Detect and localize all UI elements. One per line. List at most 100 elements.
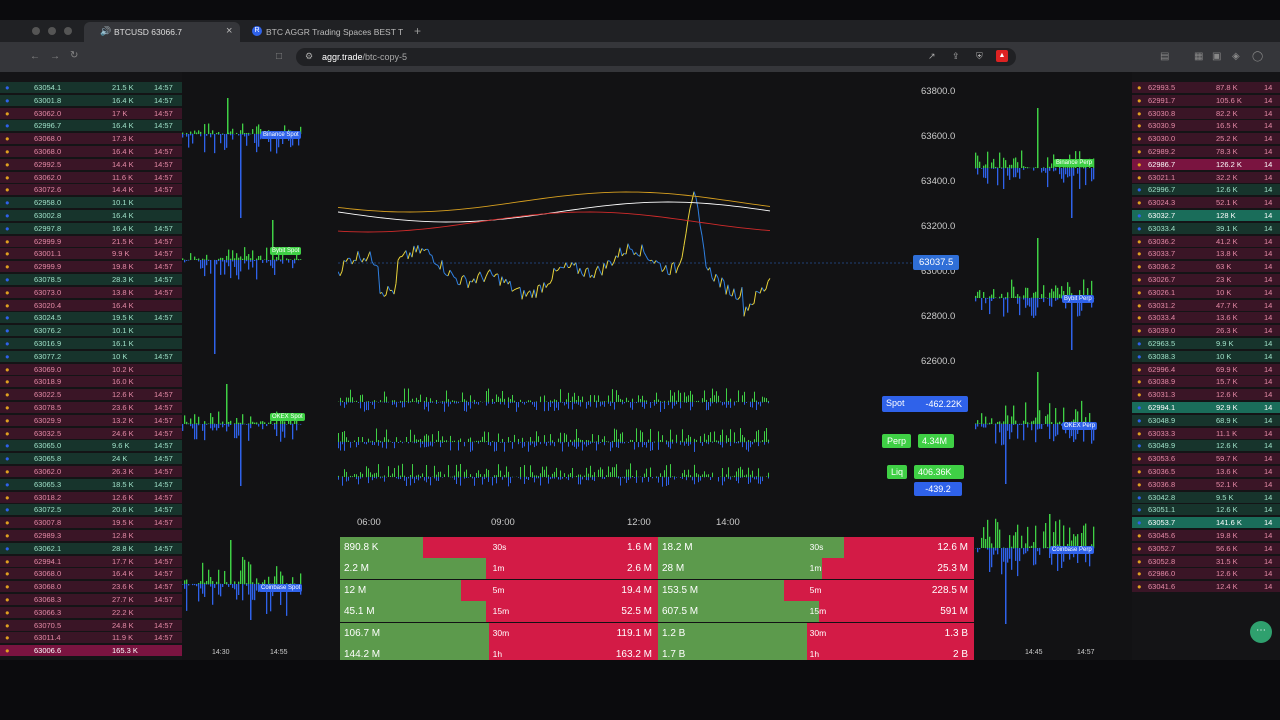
trade-time: 14	[1264, 108, 1273, 118]
sell-volume: 1.3 B	[944, 627, 968, 639]
trade-row: ● 63036.2 41.2 K 14	[1132, 235, 1280, 247]
trade-row: ● 63078.5 28.3 K 14:57	[0, 274, 182, 285]
share-icon[interactable]: ⇪	[952, 51, 960, 62]
interval-label: 30s	[809, 542, 824, 552]
trade-price: 63030.0	[1148, 134, 1176, 144]
vpn-icon[interactable]: ◈	[1232, 51, 1240, 62]
trade-size: 26.3 K	[1216, 326, 1238, 336]
trade-row: ● 63011.4 11.9 K 14:57	[0, 632, 182, 644]
trade-size: 31.5 K	[1216, 556, 1238, 566]
exchange-icon: ●	[5, 595, 10, 604]
trade-size: 9.9 K	[112, 249, 130, 259]
bookmark-icon[interactable]: □	[276, 51, 282, 62]
trade-size: 12.6 K	[1216, 390, 1238, 400]
trade-price: 63006.6	[34, 646, 62, 656]
window-maximize-dot[interactable]	[64, 27, 72, 35]
trade-time: 14:57	[154, 543, 173, 553]
trade-size: 23.6 K	[112, 582, 134, 592]
trade-time: 14	[1264, 428, 1273, 438]
tab-close-icon[interactable]: ×	[226, 25, 232, 37]
window-close-dot[interactable]	[32, 27, 40, 35]
trade-price: 62986.7	[1148, 159, 1176, 169]
perp-volume-panes[interactable]: 14:45 14:57	[975, 72, 1131, 660]
shield-icon[interactable]: ⛨	[976, 51, 983, 62]
pane-label-coinbase-spot: Coinbase Spot	[259, 584, 303, 592]
trade-price: 62996.7	[1148, 185, 1176, 195]
forward-icon[interactable]: →	[50, 51, 60, 62]
trade-size: 19.8 K	[112, 262, 134, 272]
extensions-icon[interactable]: ▦	[1194, 51, 1203, 62]
exchange-icon: ●	[1137, 556, 1142, 566]
trade-size: 16.4 K	[112, 569, 134, 579]
window-minimize-dot[interactable]	[48, 27, 56, 35]
trade-time: 14	[1264, 492, 1273, 502]
wallet-icon[interactable]: ▣	[1212, 51, 1221, 62]
trade-time: 14:57	[154, 275, 173, 284]
trade-row: ● 63072.5 20.6 K 14:57	[0, 504, 182, 516]
exchange-icon: ●	[5, 415, 10, 425]
trade-price: 62986.0	[1148, 569, 1176, 579]
trade-time: 14:57	[154, 262, 173, 272]
exchange-icon: ●	[5, 364, 10, 374]
trade-price: 63030.8	[1148, 108, 1176, 118]
trade-time: 14	[1264, 441, 1273, 451]
chat-fab-icon[interactable]: ⋯	[1250, 621, 1272, 643]
trades-list-left[interactable]: ● 63054.1 21.5 K 14:57 ● 63001.8 16.4 K 14:57 ● 6…	[0, 72, 182, 660]
trade-time: 14:57	[154, 147, 173, 156]
trade-time: 14	[1264, 275, 1273, 284]
profile-icon[interactable]: ◯	[1252, 51, 1263, 62]
exchange-icon: ●	[5, 479, 10, 489]
trade-size: 126.2 K	[1216, 159, 1242, 169]
spot-volume-panes[interactable]: 14:30 14:55	[182, 72, 340, 660]
trade-size: 19.5 K	[112, 518, 134, 528]
trade-price: 63045.6	[1148, 531, 1176, 540]
trade-size: 41.2 K	[1216, 236, 1238, 246]
trade-row: ● 63036.2 63 K 14	[1132, 261, 1280, 273]
exchange-icon: ●	[5, 172, 10, 182]
perp-volume-stats[interactable]: 18.2 M 30s 12.6 M 28 M 1m 25.3 M 153.5 M 5m 228.…	[658, 537, 974, 660]
trade-time: 14	[1264, 531, 1273, 540]
price-tick: 63200.0	[921, 221, 955, 232]
trade-price: 63062.0	[34, 108, 62, 118]
main-price-chart[interactable]: 63800.063600.063400.063200.063000.062800…	[338, 72, 974, 537]
address-bar[interactable]: ⚙ aggr.trade/btc-copy-5 ↗ ⇪ ⛨ ▲	[296, 48, 1016, 66]
interval-label: 1m	[492, 563, 505, 574]
exchange-icon: ●	[5, 223, 10, 233]
trade-size: 32.2 K	[1216, 172, 1238, 182]
trade-size: 12.6 K	[1216, 441, 1238, 451]
tab-btc-aggr[interactable]: R BTC AGGR Trading Spaces BEST T	[244, 22, 408, 42]
trade-price: 62994.1	[34, 556, 62, 566]
trade-price: 62993.5	[1148, 83, 1176, 92]
exchange-icon: ●	[5, 198, 10, 208]
new-tab-icon[interactable]: +	[414, 24, 421, 38]
trade-row: ● 62996.4 69.9 K 14	[1132, 363, 1280, 375]
trade-row: ● 62997.8 16.4 K 14:57	[0, 222, 182, 234]
trade-size: 78.3 K	[1216, 147, 1238, 156]
aggr-workspace: ● 63054.1 21.5 K 14:57 ● 63001.8 16.4 K 14:57 ● 6…	[0, 72, 1280, 660]
trade-size: 52.1 K	[1216, 479, 1238, 489]
site-settings-icon[interactable]: ⚙	[305, 51, 313, 62]
trade-price: 63078.5	[34, 275, 62, 284]
trade-price: 63062.0	[34, 467, 62, 476]
trade-size: 18.5 K	[112, 479, 134, 489]
trade-time: 14	[1264, 479, 1273, 489]
tab-btcusd[interactable]: 🔊 BTCUSD 63066.7 ×	[84, 22, 240, 42]
time-tick: 14:00	[716, 517, 740, 528]
sidebar-icon[interactable]: ▤	[1160, 51, 1169, 62]
trade-size: 16.4 K	[112, 95, 134, 105]
rewards-icon[interactable]: ▲	[996, 50, 1008, 62]
tab-label: BTC AGGR Trading Spaces BEST T	[266, 27, 404, 37]
exchange-icon: ●	[5, 134, 10, 144]
exchange-icon: ●	[5, 236, 10, 246]
open-external-icon[interactable]: ↗	[928, 51, 936, 62]
reload-icon[interactable]: ↻	[70, 50, 78, 61]
trade-time: 14:57	[154, 390, 173, 400]
trade-size: 27.7 K	[112, 595, 134, 604]
back-icon[interactable]: ←	[30, 51, 40, 62]
exchange-icon: ●	[5, 249, 10, 259]
trades-list-right[interactable]: ● 62993.5 87.8 K 14 ● 62991.7 105.6 K 14 ● 63030.…	[1132, 72, 1280, 660]
spot-volume-stats[interactable]: 890.8 K 30s 1.6 M 2.2 M 1m 2.6 M 12 M 5m 19.4 M 4…	[340, 537, 658, 660]
trade-time: 14	[1264, 249, 1273, 259]
liq-value-badge: 406.36K	[914, 465, 964, 479]
trade-size: 20.6 K	[112, 505, 134, 515]
